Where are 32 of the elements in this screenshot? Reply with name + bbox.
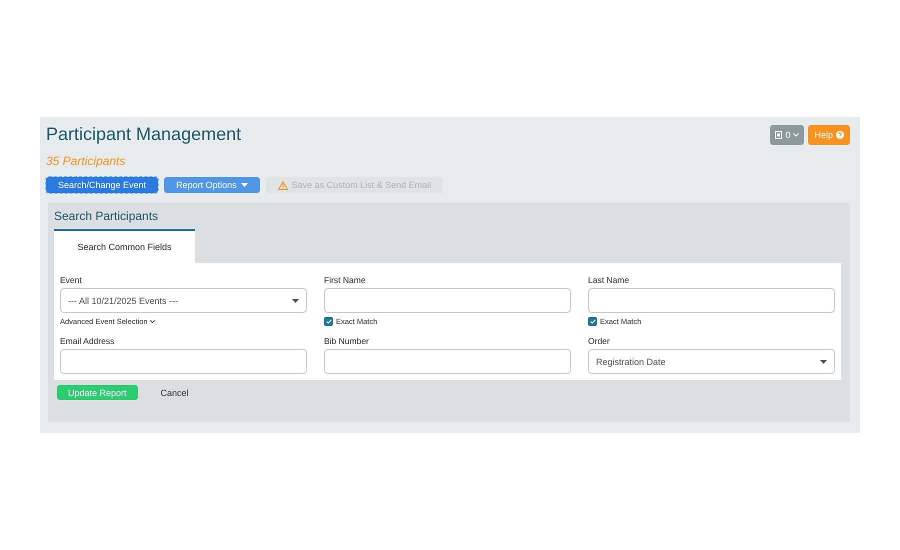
input-field[interactable] bbox=[324, 349, 571, 374]
warning-icon bbox=[278, 180, 288, 190]
field-label: Bib Number bbox=[324, 336, 370, 346]
participant-count: 35 Participants bbox=[46, 154, 126, 168]
help-button[interactable]: Help bbox=[808, 125, 850, 145]
field-label: Event bbox=[60, 275, 83, 285]
cancel-button[interactable]: Cancel bbox=[154, 387, 195, 399]
input-field[interactable] bbox=[588, 288, 835, 313]
input-field[interactable] bbox=[60, 349, 307, 374]
update-button[interactable]: Update Report bbox=[57, 385, 138, 400]
field-label: Last Name bbox=[588, 275, 630, 285]
select-field[interactable]: Registration Date bbox=[588, 349, 835, 374]
panel-title: Search Participants bbox=[54, 209, 160, 223]
field-label: Order bbox=[588, 336, 611, 346]
toolbar-button[interactable]: Report Options bbox=[164, 177, 260, 193]
field-label: Email Address bbox=[60, 336, 116, 346]
chevron-down-icon bbox=[150, 320, 155, 323]
list-count-button[interactable]: 0 bbox=[770, 125, 804, 145]
caret-icon bbox=[820, 360, 827, 364]
select-field[interactable]: --- All 10/21/2025 Events --- bbox=[60, 288, 307, 313]
tab[interactable]: Search Common Fields bbox=[54, 229, 195, 263]
checkbox[interactable] bbox=[324, 317, 333, 326]
page-title: Participant Management bbox=[46, 123, 242, 145]
checkbox[interactable] bbox=[588, 317, 597, 326]
field-label: First Name bbox=[324, 275, 367, 285]
caret-icon bbox=[240, 183, 248, 187]
input-field[interactable] bbox=[324, 288, 571, 313]
chevron-down-icon bbox=[793, 133, 800, 137]
question-icon bbox=[836, 131, 844, 139]
document-icon bbox=[775, 131, 782, 139]
toolbar-button[interactable]: Search/Change Event bbox=[46, 177, 158, 193]
caret-icon bbox=[292, 298, 299, 302]
